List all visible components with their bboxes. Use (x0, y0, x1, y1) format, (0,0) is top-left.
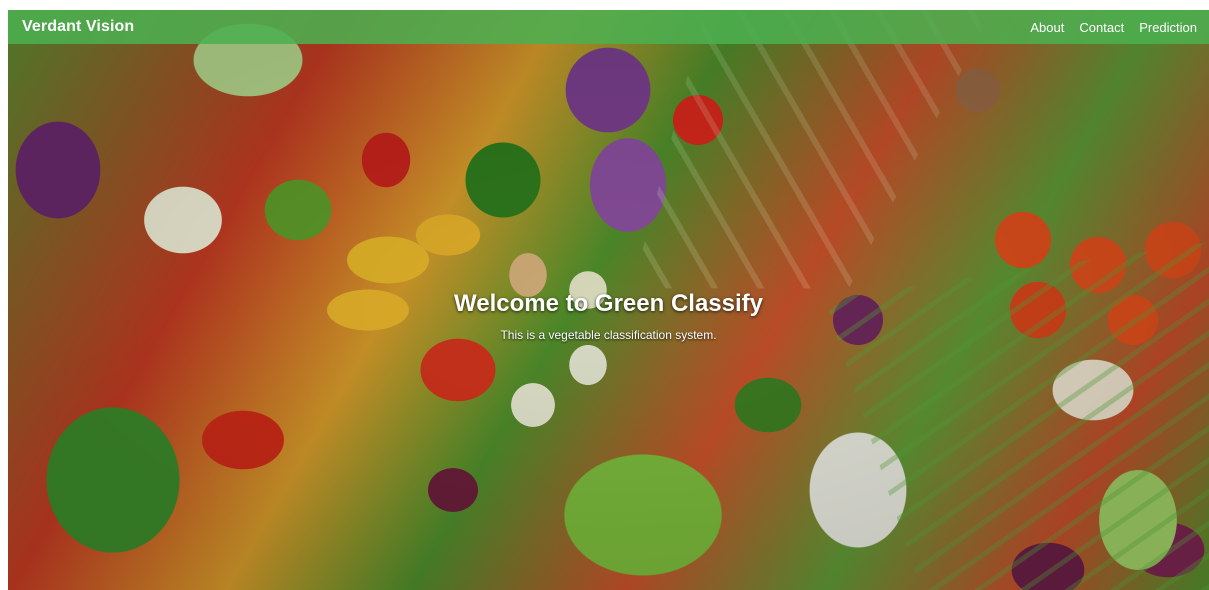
page: Welcome to Green Classify This is a vege… (8, 10, 1209, 590)
brand-link[interactable]: Verdant Vision (22, 18, 134, 36)
navbar: Verdant Vision About Contact Prediction (8, 10, 1209, 44)
hero-title: Welcome to Green Classify (454, 290, 763, 317)
nav-link-prediction[interactable]: Prediction (1139, 20, 1197, 35)
hero-content: Welcome to Green Classify This is a vege… (8, 290, 1209, 342)
nav-link-contact[interactable]: Contact (1079, 20, 1124, 35)
hero-subtitle: This is a vegetable classification syste… (500, 328, 717, 342)
nav-link-about[interactable]: About (1030, 20, 1064, 35)
nav-links: About Contact Prediction (1030, 20, 1197, 35)
